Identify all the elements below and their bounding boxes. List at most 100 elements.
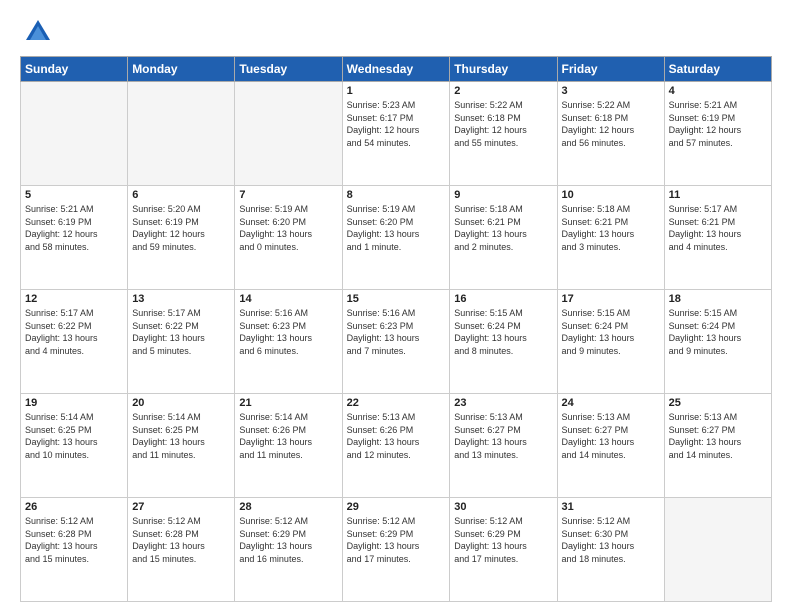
- day-info: Sunrise: 5:22 AM Sunset: 6:18 PM Dayligh…: [562, 99, 660, 149]
- day-number: 1: [347, 85, 446, 97]
- day-info: Sunrise: 5:12 AM Sunset: 6:29 PM Dayligh…: [454, 515, 552, 565]
- day-info: Sunrise: 5:22 AM Sunset: 6:18 PM Dayligh…: [454, 99, 552, 149]
- day-number: 9: [454, 189, 552, 201]
- day-number: 6: [132, 189, 230, 201]
- day-number: 31: [562, 501, 660, 513]
- calendar-cell: 22 Sunrise: 5:13 AM Sunset: 6:26 PM Dayli…: [342, 394, 450, 498]
- logo: [20, 18, 52, 46]
- day-info: Sunrise: 5:15 AM Sunset: 6:24 PM Dayligh…: [454, 307, 552, 357]
- weekday-header: Friday: [557, 57, 664, 82]
- day-info: Sunrise: 5:20 AM Sunset: 6:19 PM Dayligh…: [132, 203, 230, 253]
- day-number: 4: [669, 85, 767, 97]
- day-info: Sunrise: 5:17 AM Sunset: 6:22 PM Dayligh…: [25, 307, 123, 357]
- calendar-cell: 24 Sunrise: 5:13 AM Sunset: 6:27 PM Dayli…: [557, 394, 664, 498]
- day-number: 20: [132, 397, 230, 409]
- calendar-cell: 1 Sunrise: 5:23 AM Sunset: 6:17 PM Daylig…: [342, 82, 450, 186]
- day-info: Sunrise: 5:17 AM Sunset: 6:22 PM Dayligh…: [132, 307, 230, 357]
- calendar-cell: 21Sunrise: 5:14 AM Sunset: 6:26 PM Dayli…: [235, 394, 342, 498]
- calendar-cell: 8 Sunrise: 5:19 AM Sunset: 6:20 PM Daylig…: [342, 186, 450, 290]
- weekday-header: Saturday: [664, 57, 771, 82]
- calendar-cell: 26 Sunrise: 5:12 AM Sunset: 6:28 PM Dayli…: [21, 498, 128, 602]
- day-number: 16: [454, 293, 552, 305]
- day-number: 27: [132, 501, 230, 513]
- calendar-cell: 28Sunrise: 5:12 AM Sunset: 6:29 PM Dayli…: [235, 498, 342, 602]
- day-info: Sunrise: 5:18 AM Sunset: 6:21 PM Dayligh…: [562, 203, 660, 253]
- calendar-week-row: 19 Sunrise: 5:14 AM Sunset: 6:25 PM Dayli…: [21, 394, 772, 498]
- day-number: 2: [454, 85, 552, 97]
- weekday-header: Tuesday: [235, 57, 342, 82]
- calendar-cell: 5 Sunrise: 5:21 AM Sunset: 6:19 PM Daylig…: [21, 186, 128, 290]
- calendar-cell: 15 Sunrise: 5:16 AM Sunset: 6:23 PM Dayli…: [342, 290, 450, 394]
- day-info: Sunrise: 5:19 AM Sunset: 6:20 PM Dayligh…: [347, 203, 446, 253]
- day-info: Sunrise: 5:13 AM Sunset: 6:27 PM Dayligh…: [454, 411, 552, 461]
- calendar-cell: 11Sunrise: 5:17 AM Sunset: 6:21 PM Dayli…: [664, 186, 771, 290]
- day-info: Sunrise: 5:13 AM Sunset: 6:27 PM Dayligh…: [562, 411, 660, 461]
- calendar-cell: 30 Sunrise: 5:12 AM Sunset: 6:29 PM Dayli…: [450, 498, 557, 602]
- day-info: Sunrise: 5:12 AM Sunset: 6:29 PM Dayligh…: [347, 515, 446, 565]
- day-number: 17: [562, 293, 660, 305]
- day-info: Sunrise: 5:13 AM Sunset: 6:26 PM Dayligh…: [347, 411, 446, 461]
- day-info: Sunrise: 5:12 AM Sunset: 6:28 PM Dayligh…: [132, 515, 230, 565]
- calendar-cell: 3 Sunrise: 5:22 AM Sunset: 6:18 PM Daylig…: [557, 82, 664, 186]
- day-number: 23: [454, 397, 552, 409]
- day-info: Sunrise: 5:12 AM Sunset: 6:29 PM Dayligh…: [239, 515, 337, 565]
- day-number: 19: [25, 397, 123, 409]
- calendar-cell: [21, 82, 128, 186]
- calendar-cell: 19Sunrise: 5:14 AM Sunset: 6:25 PM Dayli…: [21, 394, 128, 498]
- page: SundayMondayTuesdayWednesdayThursdayFrid…: [0, 0, 792, 612]
- calendar-cell: 12 Sunrise: 5:17 AM Sunset: 6:22 PM Dayli…: [21, 290, 128, 394]
- day-info: Sunrise: 5:17 AM Sunset: 6:21 PM Dayligh…: [669, 203, 767, 253]
- day-number: 30: [454, 501, 552, 513]
- day-number: 15: [347, 293, 446, 305]
- day-info: Sunrise: 5:15 AM Sunset: 6:24 PM Dayligh…: [562, 307, 660, 357]
- calendar-cell: 10Sunrise: 5:18 AM Sunset: 6:21 PM Dayli…: [557, 186, 664, 290]
- day-number: 5: [25, 189, 123, 201]
- day-info: Sunrise: 5:16 AM Sunset: 6:23 PM Dayligh…: [239, 307, 337, 357]
- calendar-cell: 20 Sunrise: 5:14 AM Sunset: 6:25 PM Dayli…: [128, 394, 235, 498]
- day-number: 12: [25, 293, 123, 305]
- weekday-header-row: SundayMondayTuesdayWednesdayThursdayFrid…: [21, 57, 772, 82]
- day-info: Sunrise: 5:14 AM Sunset: 6:25 PM Dayligh…: [132, 411, 230, 461]
- calendar-cell: 27 Sunrise: 5:12 AM Sunset: 6:28 PM Dayli…: [128, 498, 235, 602]
- calendar-week-row: 26 Sunrise: 5:12 AM Sunset: 6:28 PM Dayli…: [21, 498, 772, 602]
- calendar-week-row: 5 Sunrise: 5:21 AM Sunset: 6:19 PM Daylig…: [21, 186, 772, 290]
- weekday-header: Wednesday: [342, 57, 450, 82]
- day-info: Sunrise: 5:21 AM Sunset: 6:19 PM Dayligh…: [669, 99, 767, 149]
- day-number: 18: [669, 293, 767, 305]
- calendar-cell: 2 Sunrise: 5:22 AM Sunset: 6:18 PM Daylig…: [450, 82, 557, 186]
- day-number: 29: [347, 501, 446, 513]
- day-number: 25: [669, 397, 767, 409]
- calendar-cell: 23 Sunrise: 5:13 AM Sunset: 6:27 PM Dayli…: [450, 394, 557, 498]
- day-number: 24: [562, 397, 660, 409]
- calendar-cell: 17 Sunrise: 5:15 AM Sunset: 6:24 PM Dayli…: [557, 290, 664, 394]
- calendar-cell: 13Sunrise: 5:17 AM Sunset: 6:22 PM Dayli…: [128, 290, 235, 394]
- day-info: Sunrise: 5:14 AM Sunset: 6:26 PM Dayligh…: [239, 411, 337, 461]
- logo-icon: [24, 18, 52, 46]
- calendar-table: SundayMondayTuesdayWednesdayThursdayFrid…: [20, 56, 772, 602]
- day-info: Sunrise: 5:15 AM Sunset: 6:24 PM Dayligh…: [669, 307, 767, 357]
- calendar-cell: 14Sunrise: 5:16 AM Sunset: 6:23 PM Dayli…: [235, 290, 342, 394]
- calendar-cell: 31 Sunrise: 5:12 AM Sunset: 6:30 PM Dayli…: [557, 498, 664, 602]
- day-info: Sunrise: 5:21 AM Sunset: 6:19 PM Dayligh…: [25, 203, 123, 253]
- day-info: Sunrise: 5:12 AM Sunset: 6:28 PM Dayligh…: [25, 515, 123, 565]
- calendar-cell: 16 Sunrise: 5:15 AM Sunset: 6:24 PM Dayli…: [450, 290, 557, 394]
- day-info: Sunrise: 5:16 AM Sunset: 6:23 PM Dayligh…: [347, 307, 446, 357]
- day-number: 3: [562, 85, 660, 97]
- calendar-cell: [664, 498, 771, 602]
- calendar-cell: 18 Sunrise: 5:15 AM Sunset: 6:24 PM Dayli…: [664, 290, 771, 394]
- day-info: Sunrise: 5:19 AM Sunset: 6:20 PM Dayligh…: [239, 203, 337, 253]
- header: [20, 18, 772, 46]
- day-info: Sunrise: 5:23 AM Sunset: 6:17 PM Dayligh…: [347, 99, 446, 149]
- calendar-cell: [128, 82, 235, 186]
- calendar-cell: 25Sunrise: 5:13 AM Sunset: 6:27 PM Dayli…: [664, 394, 771, 498]
- day-number: 8: [347, 189, 446, 201]
- day-info: Sunrise: 5:12 AM Sunset: 6:30 PM Dayligh…: [562, 515, 660, 565]
- calendar-week-row: 1 Sunrise: 5:23 AM Sunset: 6:17 PM Daylig…: [21, 82, 772, 186]
- weekday-header: Sunday: [21, 57, 128, 82]
- calendar-cell: 6 Sunrise: 5:20 AM Sunset: 6:19 PM Daylig…: [128, 186, 235, 290]
- calendar-cell: [235, 82, 342, 186]
- weekday-header: Monday: [128, 57, 235, 82]
- day-number: 26: [25, 501, 123, 513]
- day-number: 22: [347, 397, 446, 409]
- calendar-week-row: 12 Sunrise: 5:17 AM Sunset: 6:22 PM Dayli…: [21, 290, 772, 394]
